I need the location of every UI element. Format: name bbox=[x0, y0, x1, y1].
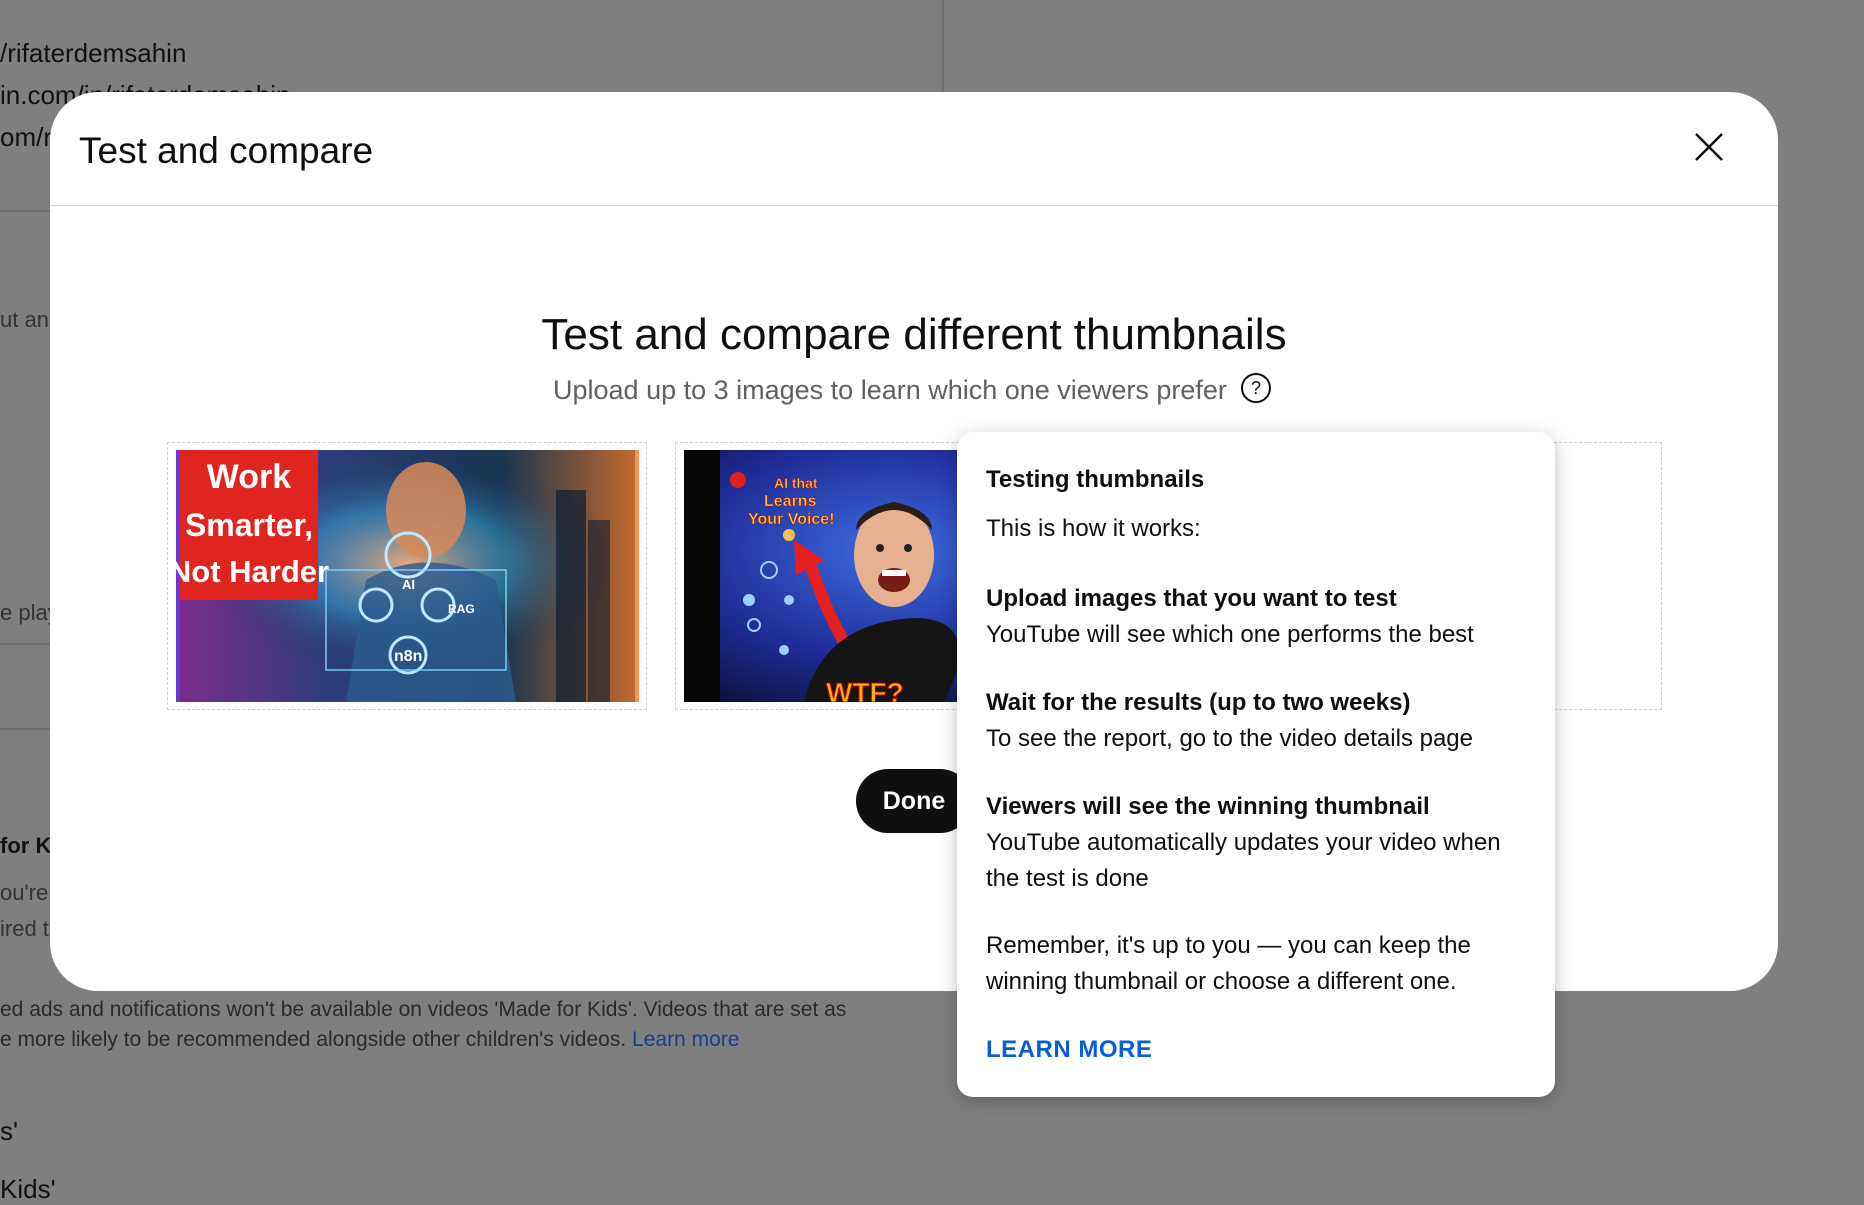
background-divider bbox=[942, 0, 944, 95]
background-divider bbox=[0, 728, 50, 730]
popup-step: Wait for the results (up to two weeks) T… bbox=[986, 685, 1526, 757]
main-heading: Test and compare different thumbnails bbox=[541, 310, 1287, 359]
background-learn-more-link[interactable]: Learn more bbox=[632, 1028, 739, 1051]
popup-intro: This is how it works: bbox=[986, 515, 1201, 542]
thumb2-text-line: Learns bbox=[764, 493, 817, 510]
thumb2-text-line: Your Voice! bbox=[748, 511, 835, 528]
svg-text:?: ? bbox=[1251, 378, 1261, 398]
popup-step: Viewers will see the winning thumbnail Y… bbox=[986, 789, 1526, 897]
background-heading: for K bbox=[0, 833, 52, 858]
popup-step-body: To see the report, go to the video detai… bbox=[986, 725, 1473, 752]
popup-step-body: YouTube will see which one performs the … bbox=[986, 621, 1474, 648]
popup-step-body: YouTube automatically updates your video… bbox=[986, 829, 1501, 892]
popup-step-heading: Viewers will see the winning thumbnail bbox=[986, 793, 1430, 820]
popup-step-heading: Wait for the results (up to two weeks) bbox=[986, 689, 1411, 716]
thumbnail-slot-1[interactable]: AI RAG n8n Work Smarter, Not Harder bbox=[167, 442, 647, 710]
background-paragraph: e more likely to be recommended alongsid… bbox=[0, 1028, 739, 1052]
done-button[interactable]: Done bbox=[856, 769, 972, 833]
popup-step-heading: Upload images that you want to test bbox=[986, 585, 1397, 612]
testing-thumbnails-popup: Testing thumbnails This is how it works:… bbox=[957, 432, 1555, 1097]
dialog-title: Test and compare bbox=[79, 130, 374, 171]
thumb1-icon-label: n8n bbox=[394, 648, 422, 665]
background-link-text: /rifaterdemsahin bbox=[0, 38, 187, 68]
thumb1-icon-label: RAG bbox=[448, 602, 475, 616]
thumb2-text-line: AI that bbox=[774, 475, 818, 491]
thumb1-text-line: Not Harder bbox=[176, 554, 329, 589]
popup-remember-text: Remember, it's up to you — you can keep … bbox=[986, 932, 1471, 995]
background-option: s' bbox=[0, 1116, 18, 1146]
popup-title: Testing thumbnails bbox=[986, 466, 1205, 493]
background-divider bbox=[0, 210, 50, 212]
learn-more-link[interactable]: LEARN MORE bbox=[986, 1036, 1152, 1064]
background-divider bbox=[0, 643, 50, 645]
close-icon bbox=[1695, 133, 1723, 161]
help-icon[interactable]: ? bbox=[1240, 372, 1272, 404]
thumb1-text-line: Smarter, bbox=[185, 507, 313, 543]
background-option: Kids' bbox=[0, 1174, 56, 1204]
thumb2-corner-text: WTF? bbox=[826, 677, 904, 702]
background-paragraph: ed ads and notifications won't be availa… bbox=[0, 998, 847, 1021]
background-paragraph-text: e more likely to be recommended alongsid… bbox=[0, 1028, 627, 1051]
thumb1-icon-label: AI bbox=[402, 577, 415, 592]
subheading: Upload up to 3 images to learn which one… bbox=[553, 375, 1227, 405]
popup-step: Upload images that you want to test YouT… bbox=[986, 581, 1526, 653]
thumb1-text-line: Work bbox=[207, 458, 291, 496]
background-text: ou're bbox=[0, 880, 49, 905]
background-text: ut an bbox=[0, 307, 49, 332]
question-circle-icon: ? bbox=[1241, 373, 1271, 403]
dialog-header: Test and compare bbox=[50, 92, 1778, 206]
close-button[interactable] bbox=[1687, 125, 1731, 169]
thumbnail-image-1: AI RAG n8n Work Smarter, Not Harder bbox=[176, 450, 639, 702]
background-link-text: om/r bbox=[0, 122, 52, 152]
background-text: ired t bbox=[0, 916, 49, 941]
